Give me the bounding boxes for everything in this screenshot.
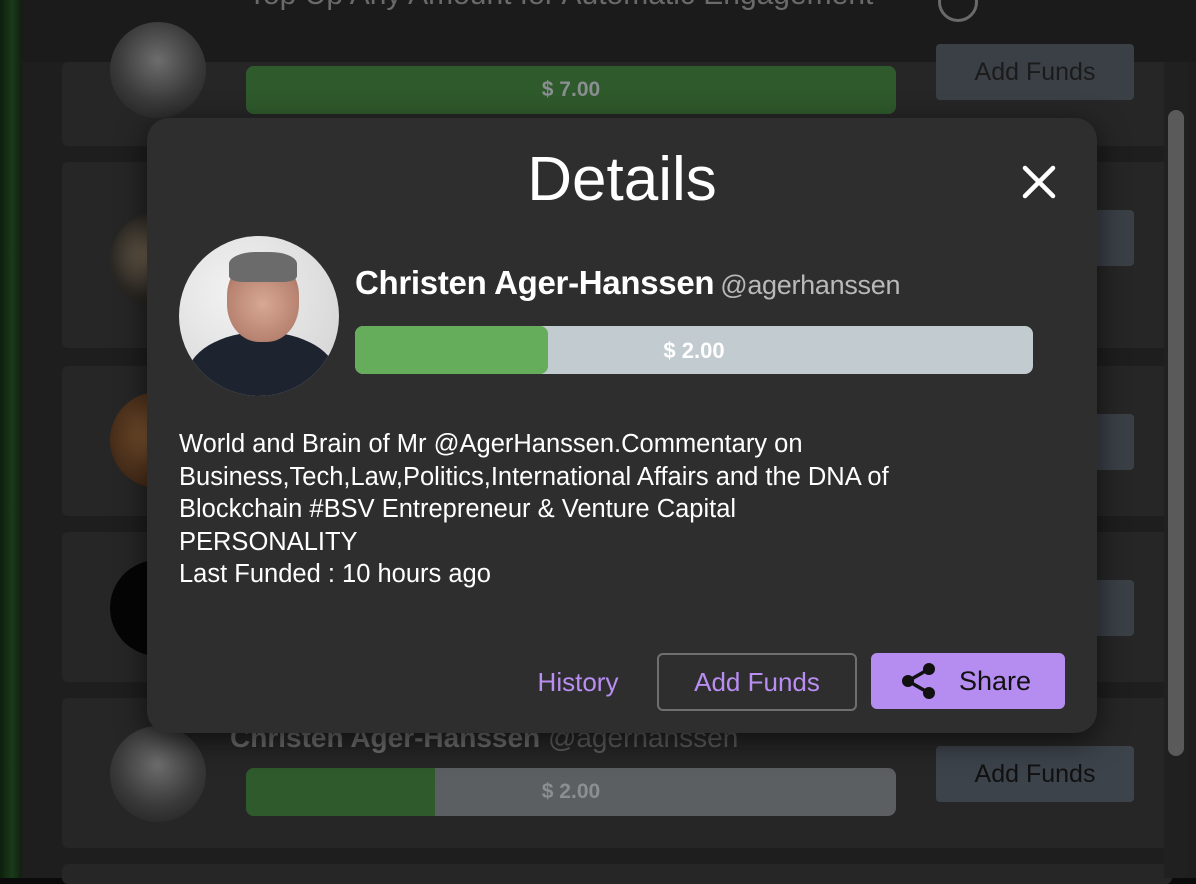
user-name: Christen Ager-Hanssen @agerhanssen [355,264,900,302]
funds-bar-value: $ 2.00 [541,780,601,803]
share-label: Share [959,666,1032,696]
funds-progress-bar: $ 2.00 [355,326,1033,374]
avatar [179,236,339,396]
funds-bar: $ 2.00 [246,768,896,816]
funds-bar: $ 7.00 [246,66,896,114]
modal-title: Details [527,145,717,214]
add-funds-button[interactable]: Add Funds [936,44,1134,100]
user-handle: @agerhanssen [720,270,901,300]
avatar [110,726,206,822]
avatar [110,22,206,118]
user-name-text: Christen Ager-Hanssen [355,264,715,301]
info-icon[interactable] [938,0,978,22]
share-button[interactable]: Share [871,653,1065,709]
funds-value: $ 2.00 [663,338,725,363]
bio-line: Business,Tech,Law,Politics,International… [179,462,889,491]
add-funds-button[interactable]: Add Funds [657,653,857,711]
bio-line: Blockchain #BSV Entrepreneur & Venture C… [179,495,737,523]
list-item [62,864,1172,884]
bio-line: PERSONALITY [179,527,358,556]
scrollbar-thumb[interactable] [1168,110,1184,756]
close-icon[interactable] [1017,160,1061,204]
add-funds-button[interactable]: Add Funds [936,746,1134,802]
page-edge [0,0,24,878]
last-funded: Last Funded : 10 hours ago [179,560,491,588]
header-title: Top Up Any Amount for Automatic Engageme… [248,0,873,12]
funds-bar-value: $ 7.00 [541,78,601,101]
bio: World and Brain of Mr @AgerHanssen.Comme… [179,428,979,591]
bio-line: World and Brain of Mr @AgerHanssen.Comme… [179,430,803,458]
history-button[interactable]: History [519,654,637,710]
details-modal: Details Christen Ager-Hanssen @agerhansse… [147,118,1097,733]
share-icon [899,661,939,701]
